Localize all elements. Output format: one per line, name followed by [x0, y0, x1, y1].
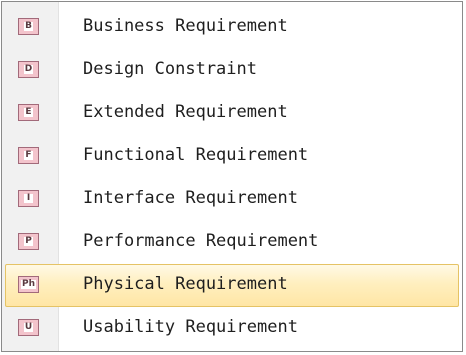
- menu-item-design-constraint[interactable]: D Design Constraint: [5, 49, 459, 92]
- menu-item-usability-requirement[interactable]: U Usability Requirement: [5, 307, 459, 350]
- menu-item-label: Functional Requirement: [83, 145, 309, 165]
- menu-item-extended-requirement[interactable]: E Extended Requirement: [5, 92, 459, 135]
- menu-item-label: Usability Requirement: [83, 317, 298, 337]
- menu-item-label: Performance Requirement: [83, 231, 319, 251]
- performance-requirement-icon: P: [18, 233, 39, 250]
- menu-item-label: Interface Requirement: [83, 188, 298, 208]
- business-requirement-icon: B: [18, 18, 39, 35]
- menu-item-physical-requirement[interactable]: Ph Physical Requirement: [5, 264, 459, 307]
- menu-item-label: Business Requirement: [83, 16, 288, 36]
- menu-item-functional-requirement[interactable]: F Functional Requirement: [5, 135, 459, 178]
- usability-requirement-icon: U: [18, 319, 39, 336]
- design-constraint-icon: D: [18, 61, 39, 78]
- extended-requirement-icon: E: [18, 104, 39, 121]
- menu-item-label: Physical Requirement: [83, 274, 288, 294]
- menu-item-interface-requirement[interactable]: I Interface Requirement: [5, 178, 459, 221]
- functional-requirement-icon: F: [18, 147, 39, 164]
- interface-requirement-icon: I: [18, 190, 39, 207]
- menu-items: B Business Requirement D Design Constrai…: [2, 6, 462, 350]
- menu-item-performance-requirement[interactable]: P Performance Requirement: [5, 221, 459, 264]
- physical-requirement-icon: Ph: [18, 276, 39, 293]
- requirement-type-menu: B Business Requirement D Design Constrai…: [1, 1, 463, 352]
- menu-item-label: Extended Requirement: [83, 102, 288, 122]
- menu-item-label: Design Constraint: [83, 59, 257, 79]
- menu-item-business-requirement[interactable]: B Business Requirement: [5, 6, 459, 49]
